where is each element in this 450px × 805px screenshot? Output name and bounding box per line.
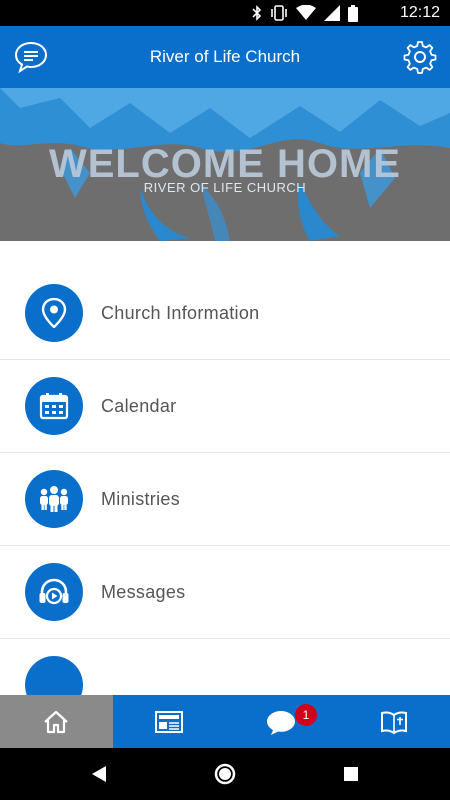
gear-icon	[403, 40, 437, 74]
menu-item-icon-circle	[25, 470, 83, 528]
signal-icon	[324, 5, 340, 21]
menu-item-messages[interactable]: Messages	[0, 546, 450, 639]
menu-item-label: Messages	[101, 546, 185, 638]
system-nav-bar	[0, 748, 450, 800]
vibrate-icon	[270, 5, 288, 21]
welcome-banner: WELCOME HOME RIVER OF LIFE CHURCH	[0, 88, 450, 241]
menu-item-label: Ministries	[101, 453, 180, 545]
menu-list: Church Information Calendar	[0, 241, 450, 695]
wifi-icon	[296, 5, 316, 21]
status-time: 12:12	[400, 3, 440, 23]
battery-icon	[348, 5, 358, 22]
tab-news[interactable]	[113, 695, 226, 748]
menu-item-ministries[interactable]: Ministries	[0, 453, 450, 546]
headphones-play-icon	[38, 577, 70, 607]
status-icons	[252, 4, 358, 22]
banner-subline: RIVER OF LIFE CHURCH	[0, 180, 450, 195]
menu-item-icon-circle	[25, 563, 83, 621]
back-button[interactable]	[92, 766, 106, 782]
chat-badge: 1	[295, 704, 317, 726]
tab-home[interactable]	[0, 695, 113, 748]
bible-book-icon	[380, 709, 408, 735]
location-pin-icon	[40, 298, 68, 328]
menu-item-partial[interactable]	[0, 639, 450, 695]
tab-bible[interactable]	[338, 695, 450, 748]
menu-item-icon-circle	[25, 284, 83, 342]
status-bar: 12:12	[0, 0, 450, 26]
app-bar: River of Life Church	[0, 26, 450, 88]
tab-chat[interactable]	[225, 695, 338, 748]
menu-item-icon-circle	[25, 656, 83, 695]
calendar-icon	[39, 392, 69, 420]
home-icon	[43, 710, 69, 734]
menu-item-calendar[interactable]: Calendar	[0, 360, 450, 453]
settings-button[interactable]	[403, 40, 437, 74]
menu-item-label: Church Information	[101, 267, 259, 359]
people-group-icon	[38, 485, 70, 513]
bluetooth-icon	[252, 5, 262, 21]
menu-item-church-information[interactable]: Church Information	[0, 267, 450, 360]
newspaper-icon	[155, 711, 183, 733]
recents-button[interactable]	[344, 767, 358, 781]
bottom-tab-bar	[0, 695, 450, 748]
menu-item-icon-circle	[25, 377, 83, 435]
chat-bubble-icon	[266, 709, 296, 735]
menu-item-label: Calendar	[101, 360, 176, 452]
app-title: River of Life Church	[0, 26, 450, 88]
